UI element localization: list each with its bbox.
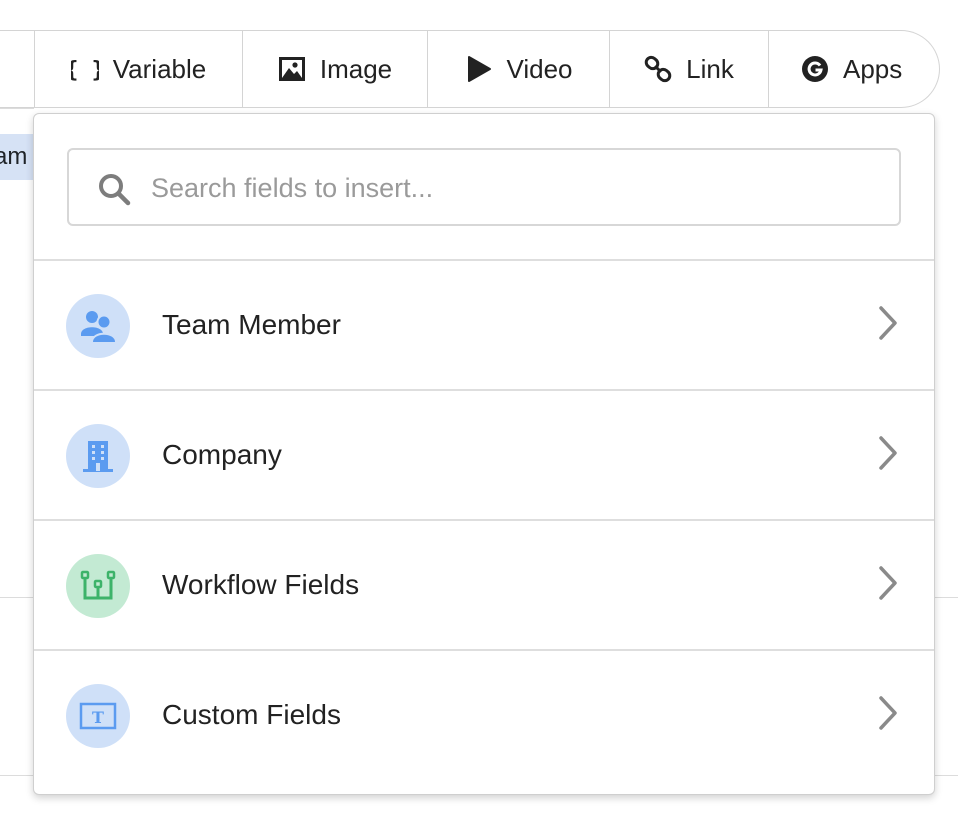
video-button[interactable]: Video — [427, 31, 609, 107]
menu-item-label: Workflow Fields — [162, 569, 360, 600]
editor-divider — [0, 108, 34, 109]
menu-item-label: Team Member — [162, 309, 341, 340]
team-member-icon — [66, 294, 130, 358]
svg-text:T: T — [92, 708, 104, 727]
menu-item-company[interactable]: Company — [34, 389, 934, 519]
menu-item-team-member[interactable]: Team Member — [34, 259, 934, 389]
menu-item-custom-fields[interactable]: T Custom Fields — [34, 649, 934, 779]
menu-item-label: Custom Fields — [162, 699, 341, 730]
link-icon — [644, 55, 672, 83]
selected-text-fragment: am — [0, 134, 34, 180]
svg-text:{ }: { } — [71, 58, 99, 83]
menu-item-workflow-fields[interactable]: Workflow Fields — [34, 519, 934, 649]
chevron-right-icon — [876, 695, 900, 731]
braces-icon: { } — [71, 55, 99, 83]
search-icon — [97, 172, 131, 206]
workflow-icon — [66, 554, 130, 618]
chevron-right-icon — [876, 305, 900, 341]
editor-divider — [934, 775, 958, 776]
field-category-list: Team Member Company Workflow Fields T Cu… — [34, 259, 934, 779]
editor-divider — [934, 597, 958, 598]
menu-item-label: Company — [162, 439, 282, 470]
chevron-right-icon — [876, 565, 900, 601]
image-button[interactable]: Image — [242, 31, 427, 107]
play-icon — [464, 55, 492, 83]
link-label: Link — [686, 53, 734, 84]
insert-field-dropdown: Team Member Company — [33, 113, 935, 795]
search-fields-input[interactable] — [149, 150, 889, 226]
search-box[interactable] — [67, 148, 901, 226]
building-icon — [66, 424, 130, 488]
insert-toolbar: { } Variable Image Video Link — [0, 30, 940, 108]
chevron-right-icon — [876, 435, 900, 471]
image-icon — [278, 55, 306, 83]
editor-divider — [0, 775, 34, 776]
apps-label: Apps — [843, 53, 903, 84]
editor-divider — [0, 597, 34, 598]
video-label: Video — [506, 53, 573, 84]
link-button[interactable]: Link — [609, 31, 768, 107]
apps-g-icon — [801, 55, 829, 83]
image-label: Image — [319, 53, 393, 84]
text-field-icon: T — [66, 684, 130, 748]
apps-button[interactable]: Apps — [768, 31, 939, 107]
variable-button[interactable]: { } Variable — [34, 31, 242, 107]
variable-label: Variable — [112, 53, 207, 84]
